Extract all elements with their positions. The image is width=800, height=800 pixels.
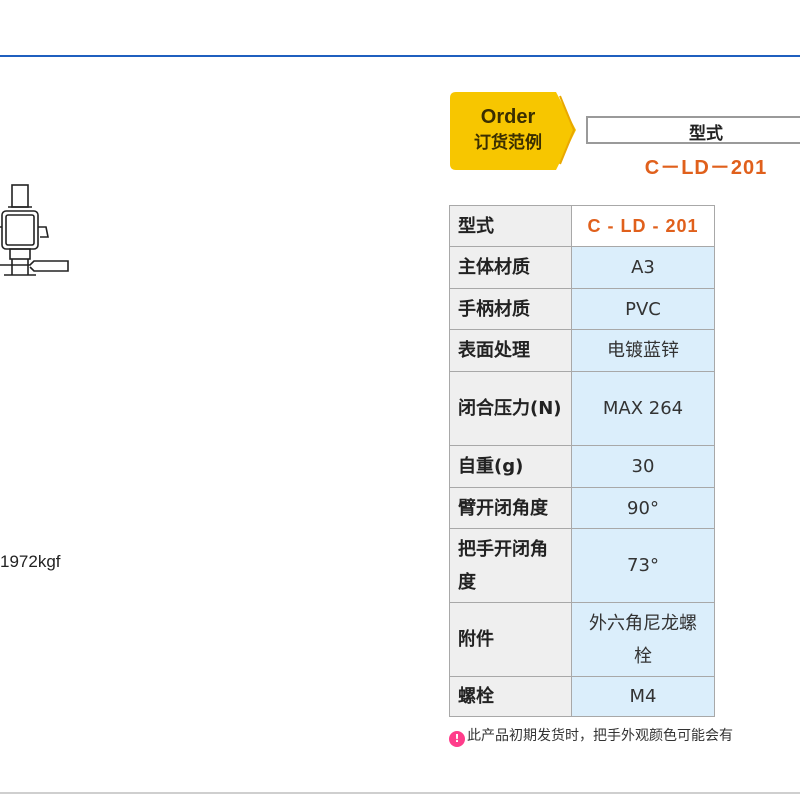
table-row: 把手开闭角度 73° [449,528,715,603]
warning-bulb-icon: ! [449,731,465,747]
spec-value: PVC [571,288,715,330]
spec-key: 主体材质 [449,246,572,289]
spec-key: 闭合压力(N) [449,371,572,446]
spec-value: M4 [571,676,715,717]
spec-table: 型式 C - LD - 201 主体材质 A3 手柄材质 PVC 表面处理 电镀… [449,205,715,717]
spec-key: 螺栓 [449,676,572,717]
table-row: 手柄材质 PVC [449,288,715,330]
table-row: 自重(g) 30 [449,445,715,488]
spec-key: 把手开闭角度 [449,528,572,603]
table-row: 表面处理 电镀蓝锌 [449,329,715,372]
table-row: 闭合压力(N) MAX 264 [449,371,715,446]
spec-value: 30 [571,445,715,488]
shipment-note-text: 此产品初期发货时，把手外观颜色可能会有 [467,728,733,744]
order-title-en: Order [480,106,536,128]
model-label: 型式 [689,124,723,144]
bottom-divider [0,792,800,794]
spec-value: C - LD - 201 [571,205,715,247]
spec-value: MAX 264 [571,371,715,446]
spec-key: 臂开闭角度 [449,487,572,529]
spec-key: 附件 [449,602,572,677]
spec-value: 73° [571,528,715,603]
spec-key: 自重(g) [449,445,572,488]
spec-value: 外六角尼龙螺栓 [571,602,715,677]
shipment-note: ! 此产品初期发货时，把手外观颜色可能会有 [449,725,800,747]
spec-value: A3 [571,246,715,289]
spec-value: 90° [571,487,715,529]
model-example-value: C－LD－201 [644,157,768,179]
table-row: 臂开闭角度 90° [449,487,715,529]
table-row: 型式 C - LD - 201 [449,205,715,247]
top-divider [0,55,800,57]
product-drawing [0,175,90,295]
table-row: 附件 外六角尼龙螺栓 [449,602,715,677]
order-title-zh: 订货范例 [474,133,542,153]
table-row: 螺栓 M4 [449,676,715,717]
spec-value: 电镀蓝锌 [571,329,715,372]
spec-key: 型式 [449,205,572,247]
spec-key: 表面处理 [449,329,572,372]
spec-key: 手柄材质 [449,288,572,330]
table-row: 主体材质 A3 [449,246,715,289]
force-spec-fragment: 1972kgf [0,552,61,571]
